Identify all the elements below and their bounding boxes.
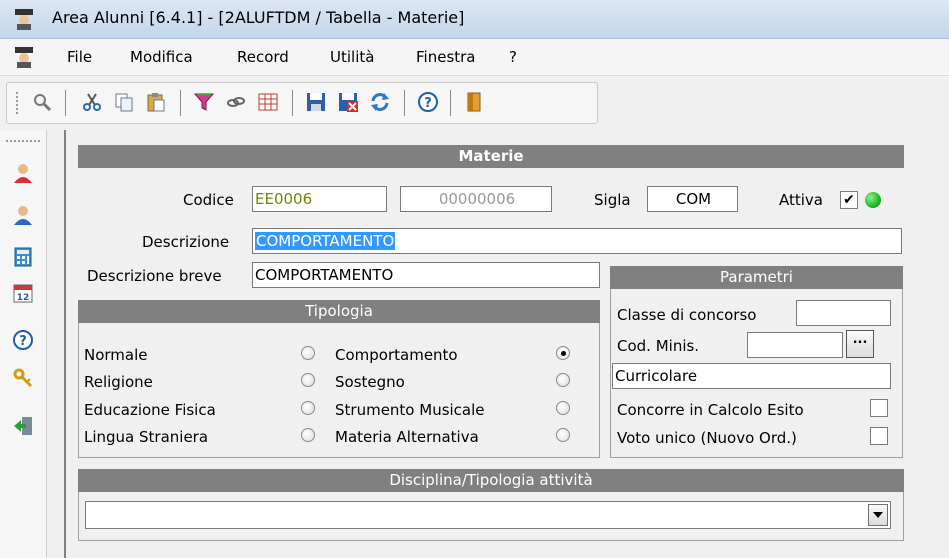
section-header-materie: Materie — [78, 145, 904, 168]
descrizione-label: Descrizione — [142, 233, 230, 251]
cod-minis-browse-button[interactable]: ... — [846, 330, 874, 358]
descrizione-breve-field[interactable]: COMPORTAMENTO — [252, 262, 600, 288]
sigla-field[interactable]: COM — [647, 186, 738, 212]
descrizione-breve-label: Descrizione breve — [87, 267, 222, 285]
cod-minis-field[interactable] — [747, 332, 843, 358]
user-blue-icon[interactable] — [10, 202, 36, 228]
radio-materia-alternativa[interactable] — [556, 428, 570, 442]
sigla-label: Sigla — [594, 191, 631, 209]
side-toolbar: 12 ? — [0, 130, 47, 558]
exit-icon[interactable] — [10, 413, 36, 439]
key-icon[interactable] — [10, 365, 36, 391]
voto-unico-label: Voto unico (Nuovo Ord.) — [617, 429, 797, 447]
delete-save-icon[interactable] — [334, 88, 362, 116]
paste-icon[interactable] — [142, 88, 170, 116]
classe-concorso-field[interactable] — [796, 300, 891, 326]
window-title: Area Alunni [6.4.1] - [2ALUFTDM / Tabell… — [52, 8, 465, 27]
tipologia-sostegno-label: Sostegno — [335, 373, 405, 391]
content-divider — [64, 130, 66, 558]
section-header-parametri: Parametri — [610, 266, 903, 289]
link-icon[interactable] — [222, 88, 250, 116]
radio-educazione-fisica[interactable] — [301, 401, 315, 415]
tipologia-lingua-straniera-label: Lingua Straniera — [84, 428, 209, 446]
cut-icon[interactable] — [78, 88, 106, 116]
menu-help[interactable]: ? — [509, 48, 517, 66]
toolbar-separator — [404, 90, 405, 116]
exit-icon[interactable] — [460, 88, 488, 116]
filter-icon[interactable] — [190, 88, 218, 116]
copy-icon[interactable] — [110, 88, 138, 116]
svg-text:12: 12 — [17, 293, 30, 303]
radio-religione[interactable] — [301, 373, 315, 387]
attiva-label: Attiva — [779, 191, 823, 209]
section-header-disciplina: Disciplina/Tipologia attività — [78, 469, 904, 492]
disciplina-select[interactable] — [85, 501, 891, 529]
chevron-down-icon[interactable] — [868, 504, 888, 526]
menu-modifica[interactable]: Modifica — [130, 48, 193, 66]
codice-label: Codice — [183, 191, 234, 209]
classe-concorso-label: Classe di concorso — [617, 306, 757, 324]
svg-text:?: ? — [424, 96, 432, 111]
tipologia-normale-label: Normale — [84, 346, 148, 364]
tipologia-comportamento-label: Comportamento — [335, 346, 458, 364]
codice-number-field[interactable]: 00000006 — [400, 186, 552, 212]
radio-sostegno[interactable] — [556, 373, 570, 387]
title-bar: Area Alunni [6.4.1] - [2ALUFTDM / Tabell… — [0, 0, 949, 39]
status-green-icon — [865, 192, 881, 208]
section-header-tipologia: Tipologia — [78, 300, 600, 323]
toolbar-separator — [180, 90, 181, 116]
concorre-calcolo-esito-label: Concorre in Calcolo Esito — [617, 401, 804, 419]
tipologia-strumento-musicale-label: Strumento Musicale — [335, 401, 485, 419]
refresh-icon[interactable] — [366, 88, 394, 116]
user-red-icon[interactable] — [10, 160, 36, 186]
menu-utilita[interactable]: Utilità — [330, 48, 374, 66]
radio-strumento-musicale[interactable] — [556, 401, 570, 415]
app-icon — [15, 9, 33, 30]
descrizione-selected-text: COMPORTAMENTO — [255, 232, 396, 250]
cod-minis-label: Cod. Minis. — [617, 337, 700, 355]
grid-icon[interactable] — [254, 88, 282, 116]
menu-bar: File Modifica Record Utilità Finestra ? — [0, 39, 949, 76]
toolbar-separator — [450, 90, 451, 116]
toolbar-grip[interactable] — [16, 92, 22, 114]
radio-normale[interactable] — [301, 346, 315, 360]
menu-record[interactable]: Record — [237, 48, 289, 66]
descrizione-field[interactable]: COMPORTAMENTO — [252, 228, 902, 254]
calculator-icon[interactable] — [10, 244, 36, 270]
tipologia-educazione-fisica-label: Educazione Fisica — [84, 401, 216, 419]
attiva-checkbox[interactable]: ✔ — [840, 191, 858, 209]
app-menu-icon[interactable] — [12, 45, 36, 69]
side-toolbar-grip[interactable] — [6, 140, 40, 145]
svg-text:?: ? — [19, 334, 27, 349]
concorre-calcolo-esito-checkbox[interactable] — [870, 399, 888, 417]
radio-comportamento[interactable] — [556, 346, 570, 360]
radio-lingua-straniera[interactable] — [301, 428, 315, 442]
voto-unico-checkbox[interactable] — [870, 427, 888, 445]
search-icon[interactable] — [28, 88, 56, 116]
save-icon[interactable] — [302, 88, 330, 116]
curricolare-field[interactable]: Curricolare — [612, 363, 891, 389]
toolbar: ? — [0, 76, 949, 126]
menu-file[interactable]: File — [67, 48, 92, 66]
help-icon[interactable]: ? — [10, 327, 36, 353]
tipologia-religione-label: Religione — [84, 373, 153, 391]
tipologia-materia-alternativa-label: Materia Alternativa — [335, 428, 479, 446]
toolbar-separator — [65, 90, 66, 116]
help-icon[interactable]: ? — [414, 88, 442, 116]
toolbar-separator — [292, 90, 293, 116]
calendar-icon[interactable]: 12 — [10, 280, 36, 306]
menu-finestra[interactable]: Finestra — [416, 48, 476, 66]
codice-field[interactable]: EE0006 — [252, 186, 387, 212]
